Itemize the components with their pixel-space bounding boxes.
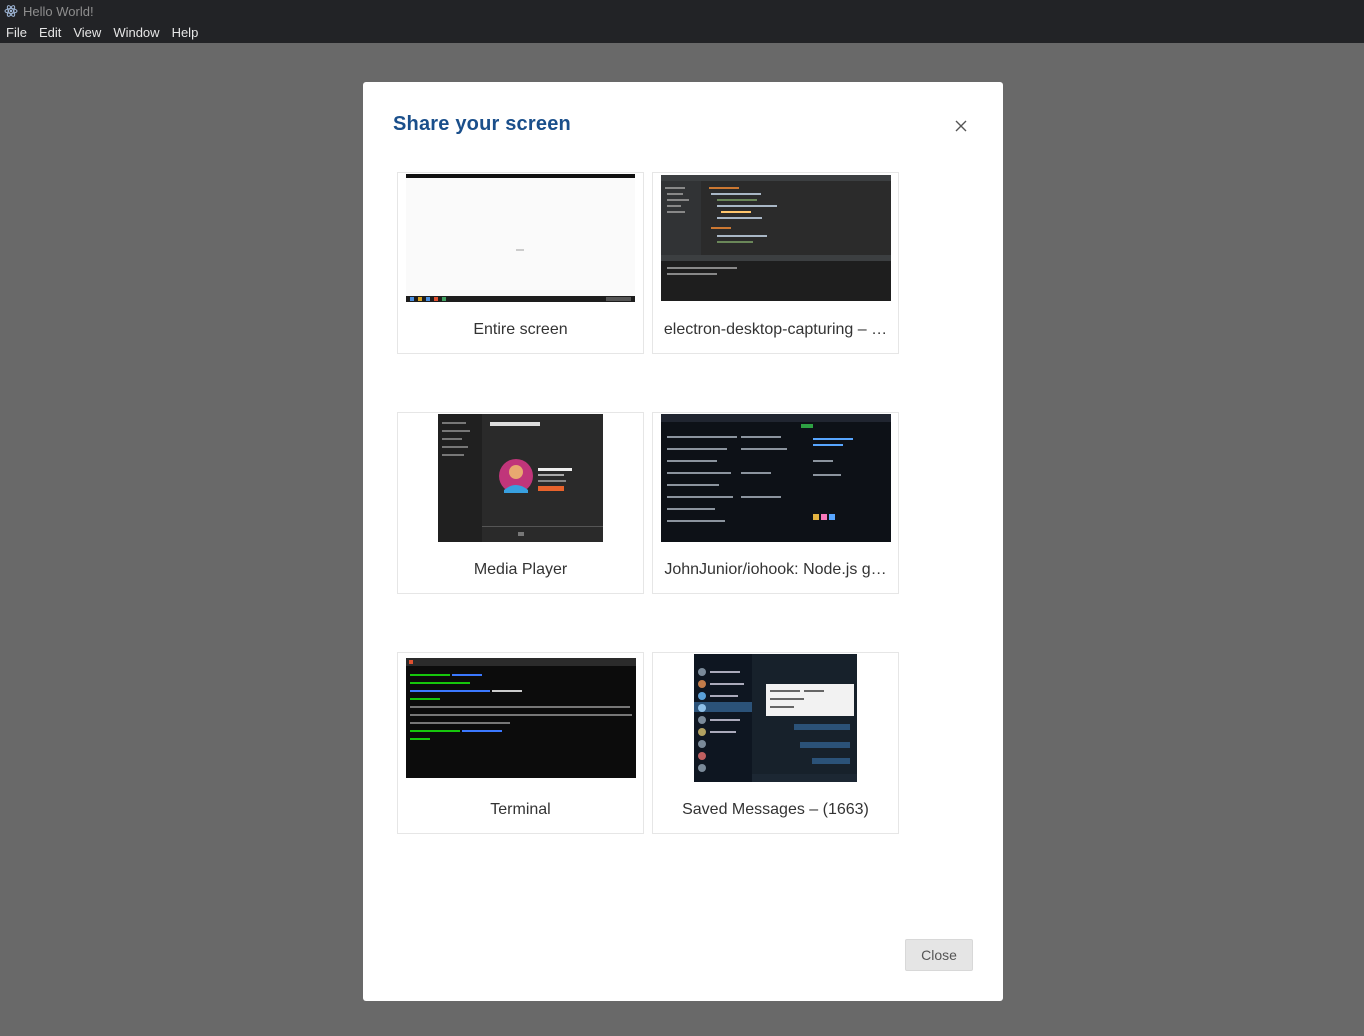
browser-github-preview (660, 414, 891, 542)
menu-file[interactable]: File (0, 22, 33, 43)
source-browser-window[interactable]: JohnJunior/iohook: Node.js g… (652, 412, 899, 594)
menu-window[interactable]: Window (107, 22, 165, 43)
share-screen-dialog: Share your screen Entire screen electron… (363, 82, 1003, 1001)
window-title: Hello World! (23, 3, 94, 19)
media-player-preview (438, 414, 603, 542)
messenger-preview (694, 654, 857, 782)
source-terminal-window[interactable]: Terminal (397, 652, 644, 834)
source-label: electron-desktop-capturing – … (663, 321, 888, 338)
menu-bar: File Edit View Window Help (0, 22, 1364, 43)
menu-view[interactable]: View (67, 22, 107, 43)
dialog-title: Share your screen (393, 113, 571, 135)
source-thumbnail (398, 653, 643, 783)
source-entire-screen[interactable]: Entire screen (397, 172, 644, 354)
source-code-editor-window[interactable]: electron-desktop-capturing – … (652, 172, 899, 354)
source-thumbnail (653, 653, 898, 783)
terminal-preview (405, 658, 636, 778)
source-label: Saved Messages – (1663) (682, 801, 869, 818)
electron-atom-icon (4, 4, 18, 18)
desktop-preview (406, 174, 635, 302)
source-messenger-window[interactable]: Saved Messages – (1663) (652, 652, 899, 834)
source-media-player-window[interactable]: Media Player (397, 412, 644, 594)
source-thumbnail (653, 173, 898, 303)
close-button[interactable]: Close (905, 939, 973, 971)
window-titlebar: Hello World! (0, 0, 1364, 22)
source-label: Terminal (490, 801, 551, 818)
menu-edit[interactable]: Edit (33, 22, 67, 43)
close-icon[interactable] (951, 116, 971, 136)
source-thumbnail (398, 413, 643, 543)
source-thumbnail (653, 413, 898, 543)
code-editor-preview (660, 175, 891, 301)
source-label: Entire screen (473, 321, 568, 338)
source-thumbnail (398, 173, 643, 303)
source-label: JohnJunior/iohook: Node.js g… (664, 561, 887, 578)
source-label: Media Player (473, 561, 568, 578)
menu-help[interactable]: Help (166, 22, 205, 43)
